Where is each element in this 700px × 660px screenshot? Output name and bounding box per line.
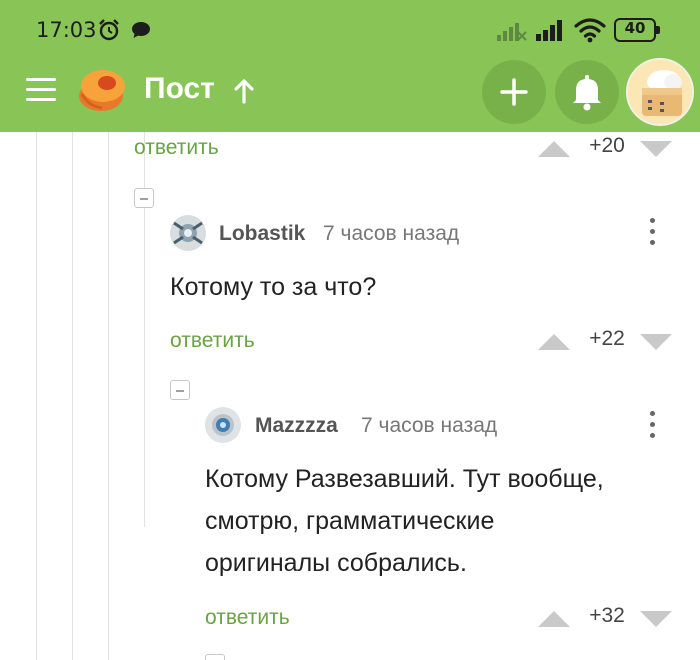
vote-control: +20 [538, 133, 678, 163]
mazzzza-avatar-image [205, 407, 241, 443]
signal-icon [497, 23, 527, 41]
comment-text-line: смотрю, грамматические [205, 507, 495, 535]
comment-text: Котому Развезавший. Тут вообще, смотрю, … [205, 458, 604, 584]
wifi-icon [574, 18, 606, 43]
reply-link[interactable]: ответить [170, 329, 255, 353]
avatar[interactable] [170, 215, 206, 251]
vote-control: +32 [538, 603, 678, 633]
more-options-icon[interactable] [647, 218, 657, 248]
upvote-icon[interactable] [538, 611, 570, 627]
more-options-icon[interactable] [647, 411, 657, 441]
arrow-up-icon[interactable] [232, 77, 256, 105]
collapse-toggle[interactable] [134, 188, 154, 208]
avatar[interactable] [626, 58, 694, 126]
vote-control: +22 [538, 326, 678, 356]
upvote-icon[interactable] [538, 334, 570, 350]
app-header: 17:03 40 Пост [0, 0, 700, 132]
collapse-toggle[interactable] [205, 654, 225, 660]
downvote-icon[interactable] [640, 611, 672, 627]
status-bar: 17:03 40 [0, 0, 700, 60]
menu-icon[interactable] [26, 78, 56, 102]
reply-link[interactable]: ответить [134, 136, 219, 160]
vote-score: +20 [589, 134, 625, 157]
battery-level: 40 [624, 19, 646, 37]
comment-author[interactable]: Mazzzza [255, 414, 338, 438]
profile-picture [628, 60, 692, 124]
avatar[interactable] [205, 407, 241, 443]
reply-link[interactable]: ответить [205, 606, 290, 630]
signal-icon [536, 20, 562, 41]
page-title: Пост [144, 72, 215, 105]
notifications-button[interactable] [555, 60, 619, 124]
downvote-icon[interactable] [640, 141, 672, 157]
comment-text: Котому то за что? [170, 266, 376, 308]
thread-line [36, 132, 37, 660]
comment-time: 7 часов назад [361, 414, 498, 437]
lobastik-avatar-image [170, 215, 206, 251]
collapse-toggle[interactable] [170, 380, 190, 400]
thread-line [108, 132, 109, 660]
bell-icon [573, 75, 601, 111]
vote-score: +32 [589, 604, 625, 627]
comment-thread: ответить +20 Lobastik 7 часов назад Кото… [0, 132, 700, 660]
alarm-icon [99, 19, 119, 41]
comment-text-line: Котому Развезавший. Тут вообще, [205, 465, 604, 493]
vote-score: +22 [589, 327, 625, 350]
status-time: 17:03 [36, 18, 97, 42]
chat-bubble-icon [132, 22, 150, 38]
comment-text-line: Котому то за что? [170, 273, 377, 301]
comment-text-line: оригиналы собрались. [205, 549, 467, 577]
add-post-button[interactable] [482, 60, 546, 124]
battery-icon: 40 [614, 18, 660, 42]
logo[interactable] [76, 66, 128, 114]
comment-time: 7 часов назад [323, 222, 460, 245]
thread-line [72, 132, 73, 660]
upvote-icon[interactable] [538, 141, 570, 157]
comment-author[interactable]: Lobastik [219, 222, 305, 246]
plus-icon [500, 78, 528, 106]
downvote-icon[interactable] [640, 334, 672, 350]
